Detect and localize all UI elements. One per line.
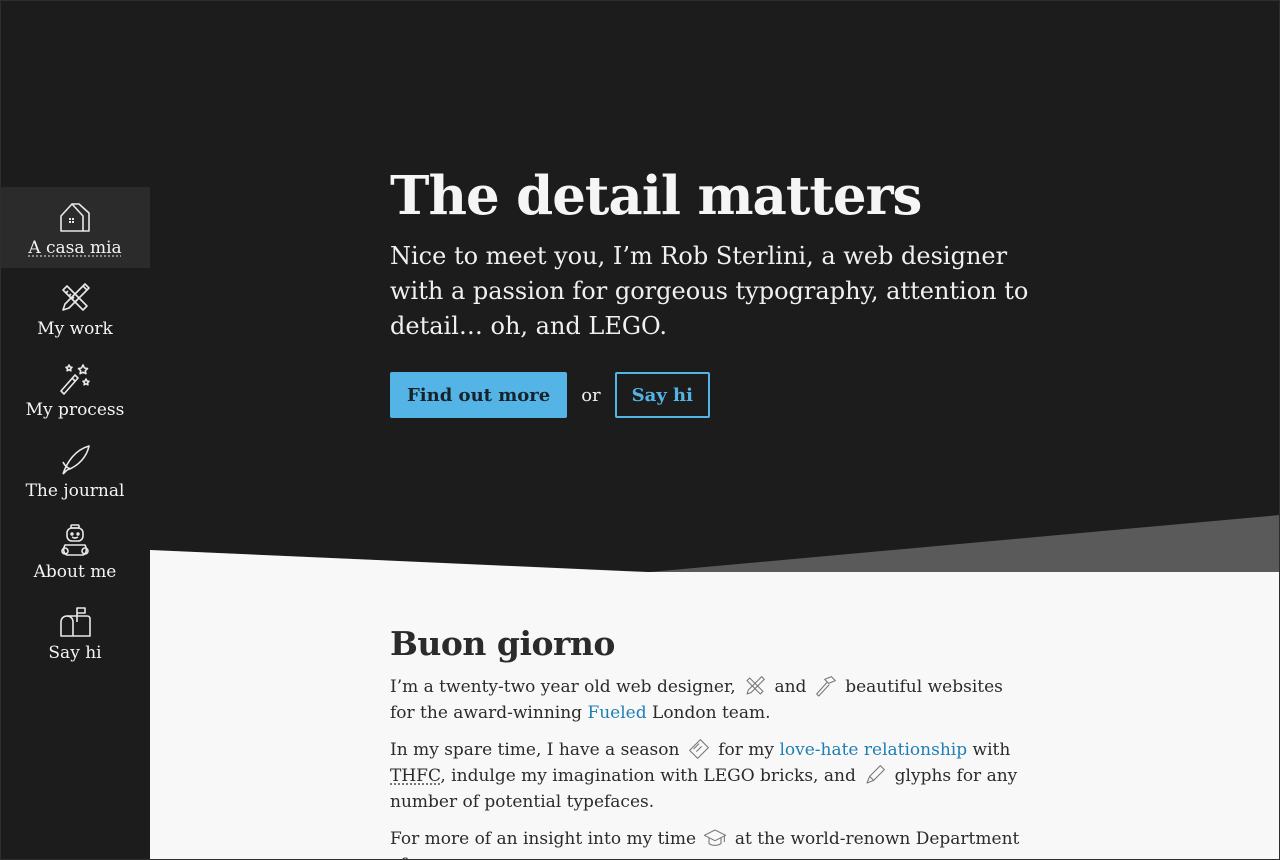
ticket-icon	[686, 737, 712, 761]
text: , indulge my imagination with LEGO brick…	[440, 766, 856, 786]
cta-row: Find out more or Say hi	[390, 372, 1090, 418]
section-title: Buon giorno	[390, 624, 615, 663]
spare-time-paragraph: In my spare time, I have a season for my…	[390, 737, 1030, 815]
magic-wand-icon	[57, 361, 93, 397]
hero-intro: Nice to meet you, I’m Rob Sterlini, a we…	[390, 242, 1029, 340]
find-out-more-button[interactable]: Find out more	[390, 372, 568, 418]
text: for my	[718, 740, 775, 760]
love-hate-link[interactable]: love-hate relationship	[779, 740, 967, 760]
text: For more of an insight into my time	[390, 829, 697, 849]
thfc-abbr: THFC	[390, 766, 441, 786]
pencil-ruler-icon	[742, 674, 768, 698]
nav-label: About me	[33, 562, 117, 582]
hammer-icon	[813, 674, 839, 698]
say-hi-button[interactable]: Say hi	[614, 372, 710, 418]
intro-paragraph: I’m a twenty-two year old web designer, …	[390, 674, 1030, 726]
nav-item-the-journal[interactable]: The journal	[0, 430, 150, 511]
insight-paragraph: For more of an insight into my time at t…	[390, 826, 1030, 860]
text: In my spare time, I have a season	[390, 740, 680, 760]
text: London team.	[652, 703, 771, 723]
house-icon	[57, 199, 93, 235]
pen-icon	[862, 763, 888, 787]
fueled-link[interactable]: Fueled	[587, 703, 646, 723]
nav-item-my-work[interactable]: My work	[0, 268, 150, 349]
minifig-icon	[57, 523, 93, 559]
nav-item-say-hi[interactable]: Say hi	[0, 592, 150, 673]
mailbox-icon	[57, 604, 93, 640]
content-section: Buon giorno I’m a twenty-two year old we…	[150, 572, 1280, 860]
pencil-ruler-icon	[57, 280, 93, 316]
hero-section: The detail matters Nice to meet you, I’m…	[390, 165, 1090, 418]
or-text: or	[581, 384, 601, 406]
nav-label: My process	[25, 400, 125, 420]
nav-label: My work	[37, 319, 113, 339]
quill-icon	[57, 442, 93, 478]
nav-label: The journal	[25, 481, 125, 501]
text: with	[972, 740, 1011, 760]
text: I’m a twenty-two year old web designer,	[390, 677, 736, 697]
nav-item-a-casa-mia[interactable]: A casa mia	[0, 187, 150, 268]
hero-title: The detail matters	[390, 165, 922, 227]
sidebar-nav: A casa mia My work My process The journa…	[0, 0, 150, 860]
text: and	[774, 677, 807, 697]
nav-label: Say hi	[48, 643, 102, 663]
nav-label: A casa mia	[28, 238, 122, 258]
nav-item-about-me[interactable]: About me	[0, 511, 150, 592]
angled-divider	[150, 515, 1280, 580]
nav-item-my-process[interactable]: My process	[0, 349, 150, 430]
graduation-cap-icon	[702, 826, 728, 850]
